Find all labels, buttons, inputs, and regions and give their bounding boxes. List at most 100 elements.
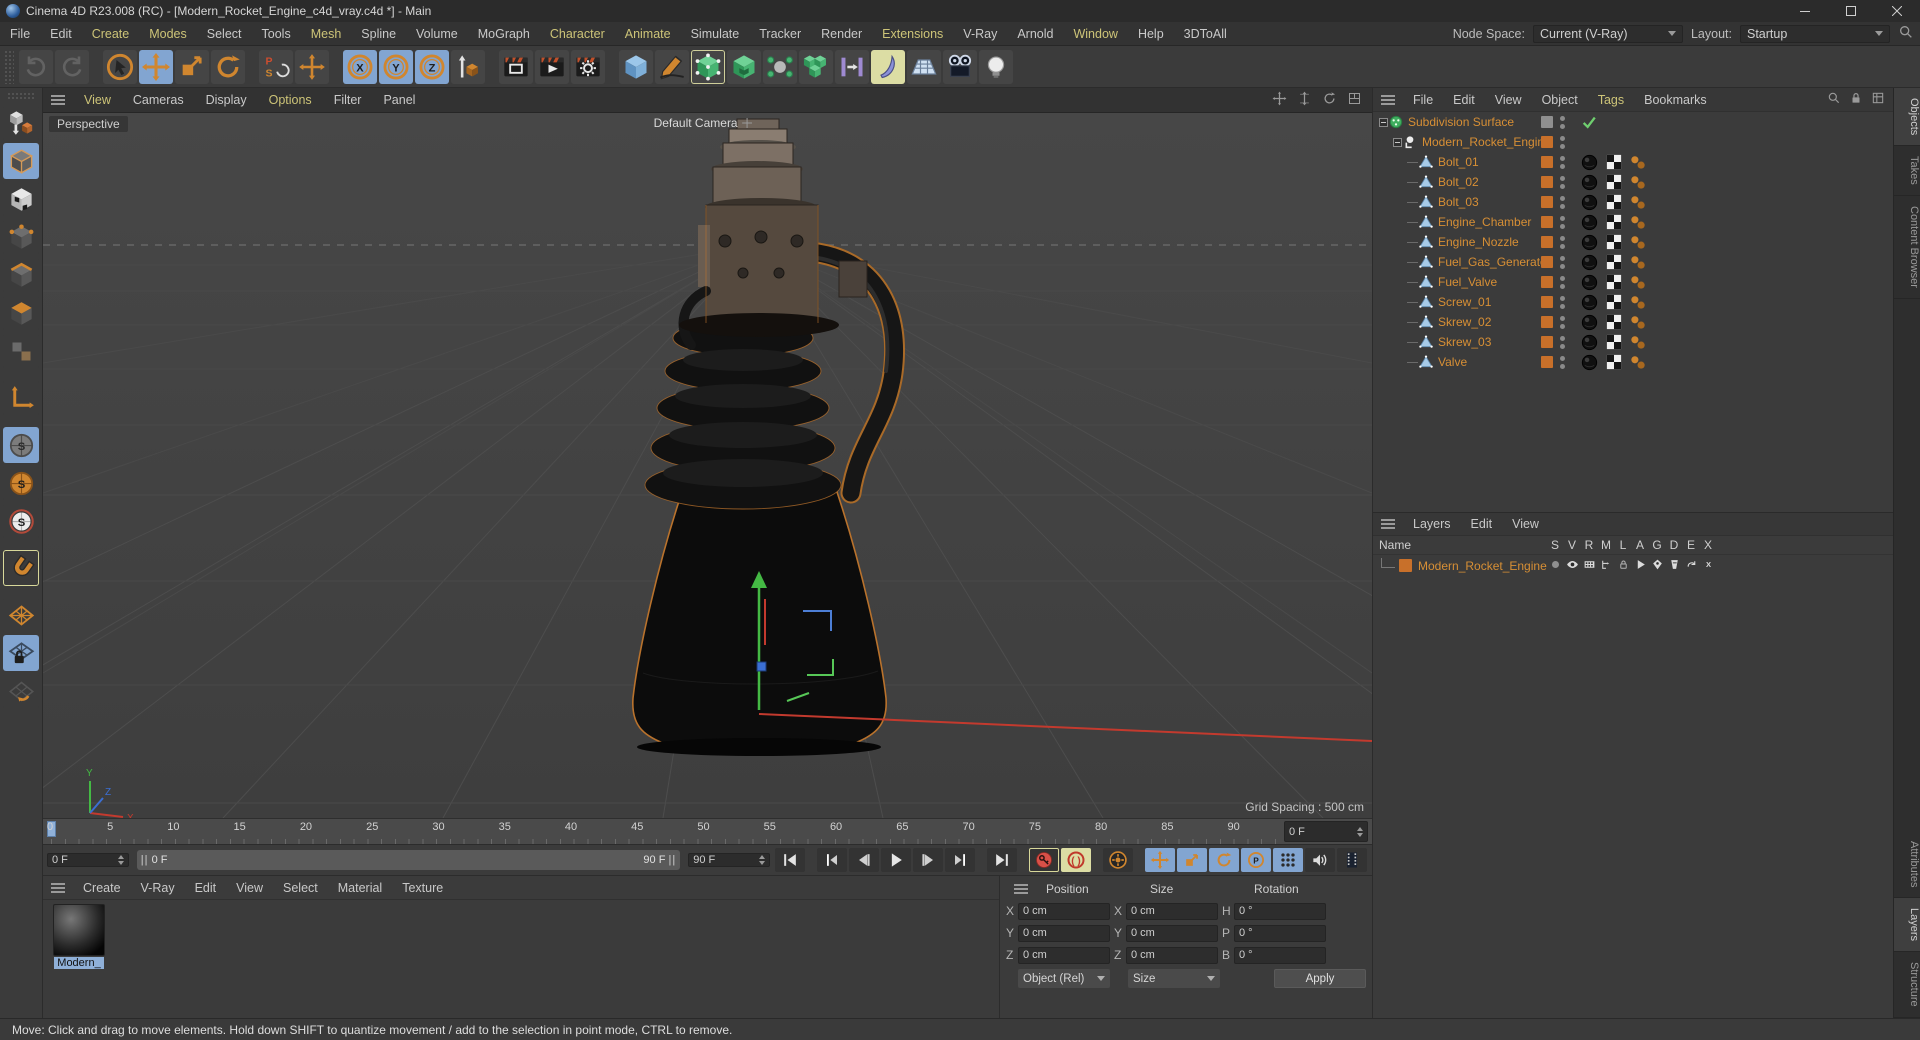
render-animation-button[interactable] bbox=[535, 49, 569, 84]
menu-item-character[interactable]: Character bbox=[540, 27, 615, 41]
menu-item-animate[interactable]: Animate bbox=[615, 27, 681, 41]
panel-tab-takes[interactable]: Takes bbox=[1894, 146, 1920, 197]
object-name[interactable]: Engine_Chamber bbox=[1438, 215, 1531, 229]
coord-value-field[interactable]: 0 cm bbox=[1018, 946, 1110, 964]
uvw-tag-icon[interactable] bbox=[1606, 154, 1622, 170]
menu-item-select[interactable]: Select bbox=[273, 881, 328, 895]
menu-item-file[interactable]: File bbox=[1403, 93, 1443, 107]
menu-item-mograph[interactable]: MoGraph bbox=[468, 27, 540, 41]
deformer-toggle[interactable] bbox=[1666, 558, 1682, 571]
key-position-button[interactable] bbox=[1145, 848, 1175, 872]
spline-pen-button[interactable] bbox=[655, 49, 689, 84]
next-frame-button[interactable] bbox=[913, 848, 943, 872]
last-tool-button[interactable]: PS bbox=[259, 49, 293, 84]
menu-item-texture[interactable]: Texture bbox=[392, 881, 453, 895]
visibility-dots-icon[interactable] bbox=[1560, 195, 1565, 209]
menu-item-extensions[interactable]: Extensions bbox=[872, 27, 953, 41]
manager-toggle[interactable] bbox=[1598, 558, 1614, 571]
phong-tag-icon[interactable] bbox=[1630, 234, 1646, 250]
phong-tag-icon[interactable] bbox=[1630, 354, 1646, 370]
menu-item-simulate[interactable]: Simulate bbox=[681, 27, 750, 41]
menu-item-mesh[interactable]: Mesh bbox=[301, 27, 352, 41]
keying-settings-button[interactable] bbox=[1103, 848, 1133, 872]
connector-button[interactable] bbox=[835, 49, 869, 84]
xref-toggle[interactable]: X bbox=[1700, 558, 1716, 571]
uvw-tag-icon[interactable] bbox=[1606, 254, 1622, 270]
object-row[interactable]: Skrew_02 bbox=[1373, 312, 1893, 332]
panel-tab-objects[interactable]: Objects bbox=[1894, 88, 1920, 147]
lock-workplane-button[interactable] bbox=[3, 635, 39, 671]
uvw-tag-icon[interactable] bbox=[1606, 174, 1622, 190]
light-button[interactable] bbox=[979, 49, 1013, 84]
model-mode-button[interactable] bbox=[3, 143, 39, 179]
visibility-dots-icon[interactable] bbox=[1560, 215, 1565, 229]
instance-button[interactable] bbox=[727, 49, 761, 84]
visibility-dots-icon[interactable] bbox=[1560, 115, 1565, 129]
redo-button[interactable] bbox=[55, 49, 89, 84]
menu-item-spline[interactable]: Spline bbox=[351, 27, 406, 41]
timeline-ruler[interactable]: 0 5 10 15 20 25 30 35 40 45 50 55 60 65 70 75 80 85 90 0 F bbox=[43, 818, 1372, 844]
visibility-dots-icon[interactable] bbox=[1560, 135, 1565, 149]
search-button[interactable] bbox=[1827, 91, 1841, 108]
uvw-tag-icon[interactable] bbox=[1606, 354, 1622, 370]
material-tag-icon[interactable] bbox=[1581, 274, 1598, 291]
material-tag-icon[interactable] bbox=[1581, 194, 1598, 211]
object-row[interactable]: Bolt_03 bbox=[1373, 192, 1893, 212]
menu-item-layers[interactable]: Layers bbox=[1403, 517, 1461, 531]
pan-view-button[interactable] bbox=[1272, 91, 1287, 109]
viewport-camera-label[interactable]: Default Camera bbox=[654, 116, 752, 130]
subdivision-surface-button[interactable] bbox=[691, 49, 725, 84]
object-name[interactable]: Screw_01 bbox=[1438, 295, 1491, 309]
layer-color-swatch[interactable] bbox=[1541, 256, 1553, 268]
lock-small-toggle[interactable] bbox=[1615, 558, 1631, 571]
viewport-canvas[interactable]: Y X Z Perspective Default Camera Grid Spac… bbox=[43, 113, 1372, 818]
layer-color-swatch[interactable] bbox=[1541, 136, 1553, 148]
layer-color-swatch[interactable] bbox=[1541, 356, 1553, 368]
rotate-workplane-button[interactable] bbox=[3, 673, 39, 709]
toggle-layout-button[interactable] bbox=[1347, 91, 1362, 109]
prev-key-button[interactable] bbox=[817, 848, 847, 872]
tweak-mode-button[interactable] bbox=[3, 333, 39, 369]
camera-button[interactable] bbox=[943, 49, 977, 84]
lock-z-button[interactable]: Z bbox=[415, 49, 449, 84]
visibility-dots-icon[interactable] bbox=[1560, 355, 1565, 369]
object-row[interactable]: Screw_01 bbox=[1373, 292, 1893, 312]
goto-start-button[interactable] bbox=[775, 848, 805, 872]
render-view-button[interactable] bbox=[499, 49, 533, 84]
coordinate-system-button[interactable] bbox=[451, 49, 485, 84]
phong-tag-icon[interactable] bbox=[1630, 214, 1646, 230]
menu-item-tools[interactable]: Tools bbox=[252, 27, 301, 41]
object-row[interactable]: Modern_Rocket_Engine bbox=[1373, 132, 1893, 152]
phong-tag-icon[interactable] bbox=[1630, 294, 1646, 310]
visibility-dots-icon[interactable] bbox=[1560, 235, 1565, 249]
layer-color-swatch[interactable] bbox=[1541, 216, 1553, 228]
layer-color-swatch[interactable] bbox=[1541, 336, 1553, 348]
material-tag-icon[interactable] bbox=[1581, 154, 1598, 171]
environment-button[interactable] bbox=[907, 49, 941, 84]
phong-tag-icon[interactable] bbox=[1630, 154, 1646, 170]
film-toggle[interactable] bbox=[1581, 558, 1597, 571]
generator-toggle[interactable] bbox=[1649, 558, 1665, 571]
material-tag-icon[interactable] bbox=[1581, 214, 1598, 231]
cluster-button[interactable] bbox=[763, 49, 797, 84]
point-mode-button[interactable] bbox=[3, 219, 39, 255]
object-name[interactable]: Bolt_02 bbox=[1438, 175, 1479, 189]
expression-toggle[interactable] bbox=[1683, 558, 1699, 571]
lock-y-button[interactable]: Y bbox=[379, 49, 413, 84]
menu-item-help[interactable]: Help bbox=[1128, 27, 1174, 41]
phong-tag-icon[interactable] bbox=[1630, 174, 1646, 190]
menu-item-bookmarks[interactable]: Bookmarks bbox=[1634, 93, 1717, 107]
phong-tag-icon[interactable] bbox=[1630, 314, 1646, 330]
next-key-button[interactable] bbox=[945, 848, 975, 872]
snap-off-button[interactable]: S bbox=[3, 427, 39, 463]
phong-tag-icon[interactable] bbox=[1630, 254, 1646, 270]
object-row[interactable]: Bolt_01 bbox=[1373, 152, 1893, 172]
rotate-button[interactable] bbox=[211, 49, 245, 84]
layer-color-swatch[interactable] bbox=[1399, 559, 1412, 572]
move-button[interactable] bbox=[139, 49, 173, 84]
s-dot-toggle[interactable] bbox=[1547, 558, 1563, 571]
minimize-button[interactable] bbox=[1782, 0, 1828, 22]
uvw-tag-icon[interactable] bbox=[1606, 314, 1622, 330]
uvw-tag-icon[interactable] bbox=[1606, 194, 1622, 210]
expander-icon[interactable] bbox=[1393, 137, 1402, 147]
